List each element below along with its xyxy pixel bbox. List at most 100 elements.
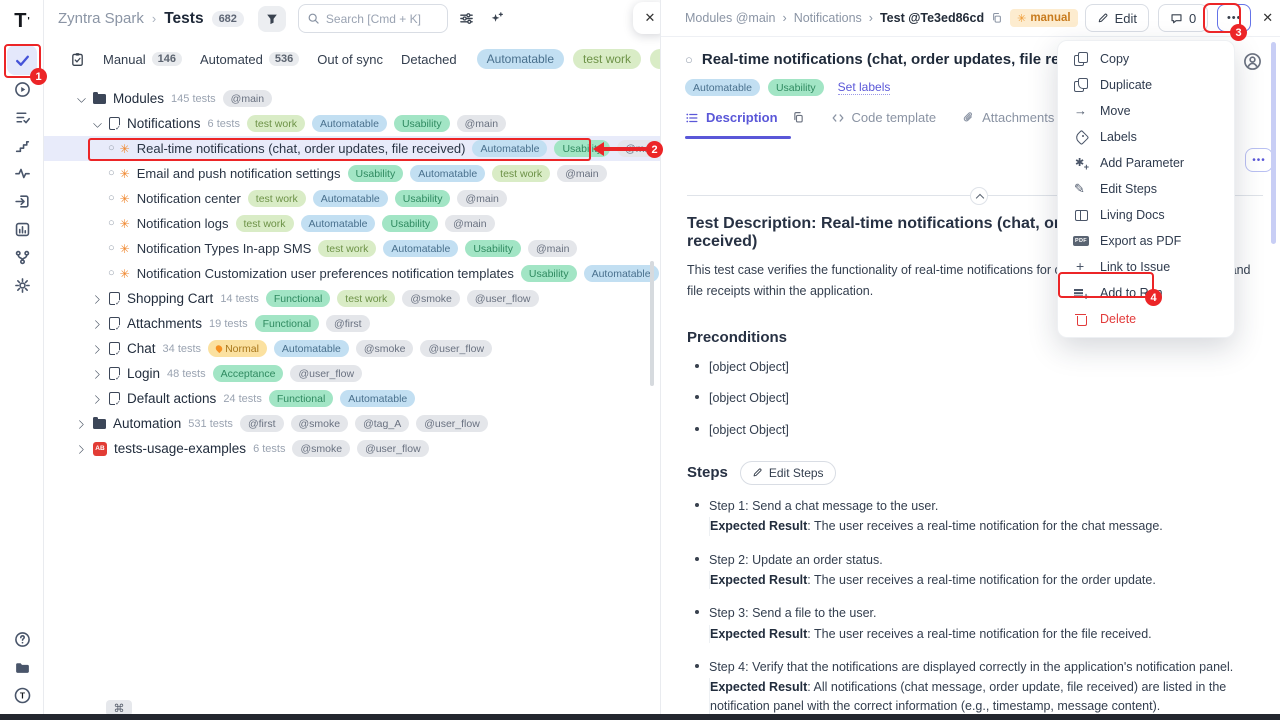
nav-analytics[interactable] <box>0 218 44 240</box>
menu-item-duplicate[interactable]: Duplicate <box>1058 72 1234 98</box>
account-avatar[interactable]: T <box>0 684 44 706</box>
menu-item-link-to-issue[interactable]: Link to Issue <box>1058 254 1234 280</box>
view-options-button[interactable] <box>456 8 478 30</box>
tree-row-notification-types[interactable]: Notification Types In-app SMS test work … <box>44 236 660 261</box>
tree-row-shopping-cart[interactable]: Shopping Cart 14 tests Functional test w… <box>44 286 660 311</box>
copy-description-button[interactable] <box>792 111 805 134</box>
menu-item-icon <box>1073 207 1089 223</box>
menu-item-add-to-run[interactable]: Add to Run <box>1058 280 1234 306</box>
tree-row-notification-logs[interactable]: Notification logs test work Automatable … <box>44 211 660 236</box>
edit-button[interactable]: Edit <box>1085 4 1149 32</box>
nav-import[interactable] <box>0 190 44 212</box>
comments-button[interactable]: 0 <box>1158 4 1208 32</box>
tree-scrollbar[interactable] <box>650 261 654 386</box>
tree-item-count: 14 tests <box>220 293 259 305</box>
menu-item-copy[interactable]: Copy <box>1058 46 1234 72</box>
tree-row-modules[interactable]: Modules 145 tests @main <box>44 86 660 111</box>
help-button[interactable] <box>0 628 44 650</box>
close-detail-button[interactable]: ✕ <box>1262 10 1273 26</box>
search-input[interactable] <box>326 12 436 26</box>
tree-item-label: Chat <box>127 341 156 356</box>
tag-chip: Automatable <box>313 190 388 207</box>
tree-row-notification-customization[interactable]: Notification Customization user preferen… <box>44 261 660 286</box>
tree-row-chat[interactable]: Chat 34 tests Normal Automatable @smoke … <box>44 336 660 361</box>
collapse-button[interactable] <box>970 187 988 205</box>
caret-icon[interactable] <box>92 394 102 404</box>
menu-item-move[interactable]: Move <box>1058 98 1234 124</box>
nav-runs[interactable] <box>0 78 44 100</box>
menu-item-edit-steps[interactable]: Edit Steps <box>1058 176 1234 202</box>
tree-row-notification-center[interactable]: Notification center test work Automatabl… <box>44 186 660 211</box>
caret-icon[interactable] <box>92 369 102 379</box>
breadcrumb-project[interactable]: Zyntra Spark <box>58 10 144 27</box>
tree-row-attachments[interactable]: Attachments 19 tests Functional @first <box>44 311 660 336</box>
step-action: Step 1: Send a chat message to the user. <box>709 497 938 515</box>
ai-create-button[interactable] <box>486 8 508 30</box>
filter-tab-label: Manual <box>103 52 146 67</box>
filter-tab[interactable]: Out of sync <box>317 52 383 67</box>
caret-icon[interactable] <box>76 94 86 104</box>
tree-row-automation[interactable]: Automation 531 tests @first @smoke @tag_… <box>44 411 660 436</box>
tree-row-login[interactable]: Login 48 tests Acceptance @user_flow <box>44 361 660 386</box>
detail-scrollbar[interactable] <box>1271 42 1276 244</box>
inline-more-button[interactable]: ••• <box>1245 148 1273 172</box>
precondition-item: [object Object] <box>687 389 1257 407</box>
set-labels-link[interactable]: Set labels <box>838 80 891 95</box>
nav-plans[interactable] <box>0 106 44 128</box>
nav-shared-steps[interactable] <box>0 134 44 156</box>
caret-icon[interactable] <box>76 419 86 429</box>
label-chip: Automatable <box>685 79 760 96</box>
tree-row-notifications[interactable]: Notifications 6 tests test work Automata… <box>44 111 660 136</box>
nav-branches[interactable] <box>0 246 44 268</box>
nav-settings[interactable] <box>0 274 44 296</box>
filter-button[interactable] <box>258 6 286 32</box>
tree-item-icon <box>109 292 120 305</box>
caret-icon[interactable] <box>76 444 86 454</box>
menu-item-icon <box>1073 181 1089 197</box>
breadcrumb-suite[interactable]: Notifications <box>794 11 862 25</box>
tag-chip: Functional <box>266 290 330 307</box>
tab-attachments[interactable]: Attachments <box>962 110 1054 135</box>
filter-tab[interactable]: Detached <box>401 52 457 67</box>
menu-item-add-parameter[interactable]: Add Parameter <box>1058 150 1234 176</box>
tree-row-email-push-settings[interactable]: Email and push notification settings Usa… <box>44 161 660 186</box>
caret-icon[interactable] <box>92 294 102 304</box>
close-panel-button[interactable]: ✕ <box>633 2 660 34</box>
search-box[interactable] <box>298 4 448 33</box>
caret-icon[interactable] <box>92 119 102 129</box>
app-logo[interactable]: T' <box>0 8 44 34</box>
tree-row-default-actions[interactable]: Default actions 24 tests Functional Auto… <box>44 386 660 411</box>
tree-row-realtime-notifications[interactable]: Real-time notifications (chat, order upd… <box>44 136 660 161</box>
nav-pulse[interactable] <box>0 162 44 184</box>
caret-icon[interactable] <box>92 344 102 354</box>
menu-item-export-pdf[interactable]: Export as PDF <box>1058 228 1234 254</box>
caret-icon[interactable] <box>92 319 102 329</box>
more-actions-button[interactable]: ••• <box>1217 4 1251 32</box>
status-circle-icon[interactable]: ○ <box>685 52 693 67</box>
assignee-button[interactable] <box>1243 52 1262 76</box>
breadcrumb-module[interactable]: Modules @main <box>685 11 776 25</box>
menu-item-icon <box>1073 51 1089 67</box>
tab-code-template[interactable]: Code template <box>831 110 937 135</box>
tests-count-badge: 682 <box>212 11 244 27</box>
tag-chip: Automatable <box>472 140 547 157</box>
menu-item-labels[interactable]: Labels <box>1058 124 1234 150</box>
chip-label: test work <box>583 52 631 66</box>
projects-button[interactable] <box>0 656 44 678</box>
filter-tab[interactable]: Automated 536 <box>200 52 299 67</box>
menu-item-living-docs[interactable]: Living Docs <box>1058 202 1234 228</box>
sparkles-icon <box>489 11 504 26</box>
nav-tests-active[interactable] <box>7 45 37 75</box>
filter-chip[interactable]: Flaky <box>650 49 660 69</box>
filter-chip[interactable]: Automatable <box>477 49 564 69</box>
bulk-select-button[interactable] <box>70 48 85 70</box>
filter-chip[interactable]: test work <box>573 49 641 69</box>
tree-row-tests-usage-examples[interactable]: tests-usage-examples 6 tests @smoke @use… <box>44 436 660 461</box>
copy-id-button[interactable] <box>991 12 1003 24</box>
menu-item-delete[interactable]: Delete <box>1058 306 1234 332</box>
tab-description[interactable]: Description <box>685 110 778 135</box>
steps-list: Step 1: Send a chat message to the user.… <box>687 497 1257 714</box>
check-icon <box>14 52 31 69</box>
filter-tab[interactable]: Manual 146 <box>103 52 182 67</box>
edit-steps-button[interactable]: Edit Steps <box>740 461 836 485</box>
